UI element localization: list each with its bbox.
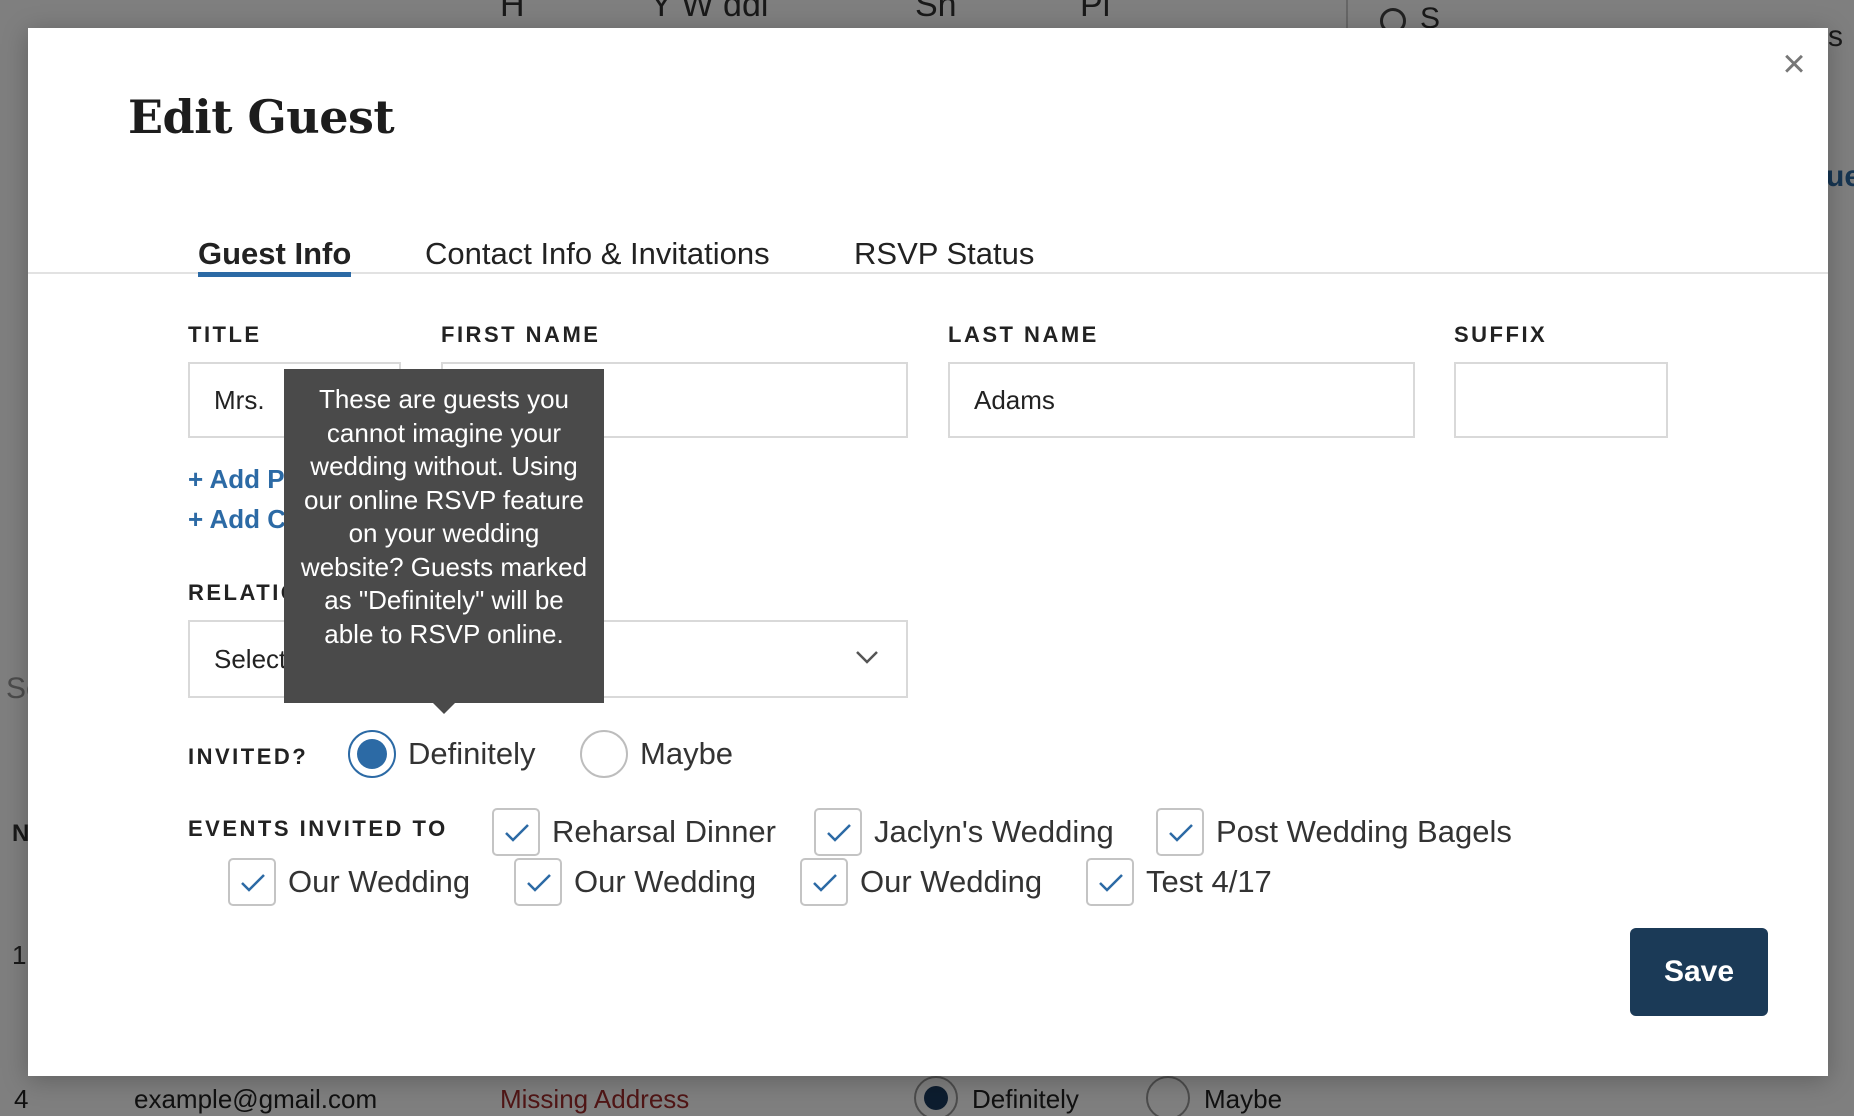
event-checkbox[interactable] — [1086, 858, 1134, 906]
chevron-down-icon — [856, 651, 878, 664]
radio-maybe[interactable] — [580, 730, 628, 778]
tab-bar: Guest Info Contact Info & Invitations RS… — [28, 204, 1828, 277]
events-label: EVENTS INVITED TO — [188, 816, 448, 841]
radio-maybe-label: Maybe — [640, 736, 734, 771]
checkmark-icon — [505, 824, 529, 842]
event-label: Our Wedding — [574, 864, 757, 899]
event-checkbox[interactable] — [492, 808, 540, 856]
title-label: TITLE — [188, 322, 262, 347]
event-label: Our Wedding — [288, 864, 471, 899]
event-label: Reharsal Dinner — [552, 814, 776, 849]
event-checkbox[interactable] — [1156, 808, 1204, 856]
tab-contact-info[interactable]: Contact Info & Invitations — [425, 204, 770, 274]
modal-title: Edit Guest — [128, 90, 395, 144]
radio-definitely-label: Definitely — [408, 736, 536, 771]
tooltip-arrow — [432, 702, 456, 714]
event-checkbox[interactable] — [228, 858, 276, 906]
last-name-field[interactable] — [948, 362, 1415, 438]
first-name-label: FIRST NAME — [441, 322, 601, 347]
checkmark-icon — [827, 824, 851, 842]
event-checkbox[interactable] — [800, 858, 848, 906]
event-checkbox[interactable] — [514, 858, 562, 906]
invited-label: INVITED? — [188, 744, 309, 769]
checkmark-icon — [813, 874, 837, 892]
suffix-field[interactable] — [1454, 362, 1668, 438]
event-label: Our Wedding — [860, 864, 1043, 899]
radio-definitely[interactable] — [348, 730, 396, 778]
last-name-label: LAST NAME — [948, 322, 1099, 347]
checkmark-icon — [1099, 874, 1123, 892]
invited-tooltip: These are guests you cannot imagine your… — [284, 369, 604, 703]
event-label: Test 4/17 — [1146, 864, 1272, 899]
checkmark-icon — [1169, 824, 1193, 842]
checkmark-icon — [241, 874, 265, 892]
event-label: Jaclyn's Wedding — [874, 814, 1114, 849]
tab-guest-info[interactable]: Guest Info — [198, 204, 352, 277]
event-checkbox[interactable] — [814, 808, 862, 856]
save-button[interactable]: Save — [1630, 928, 1768, 1016]
close-icon[interactable]: × — [1776, 44, 1812, 84]
suffix-label: SUFFIX — [1454, 322, 1548, 347]
checkmark-icon — [527, 874, 551, 892]
tab-rsvp-status[interactable]: RSVP Status — [854, 204, 1034, 274]
event-label: Post Wedding Bagels — [1216, 814, 1512, 849]
